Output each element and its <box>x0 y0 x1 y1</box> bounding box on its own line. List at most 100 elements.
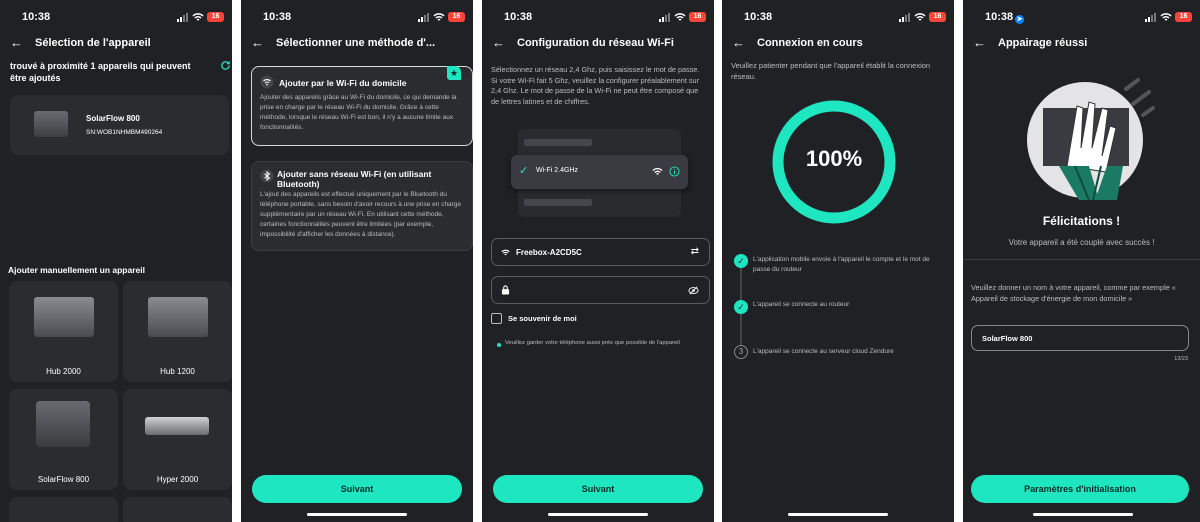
wifi-icon <box>192 13 204 21</box>
screenshot-strip: 10:38 16 ← Sélection de l'appareil trouv… <box>0 0 1200 522</box>
hub-1200-image <box>148 297 208 337</box>
remember-checkbox[interactable] <box>491 313 502 324</box>
signal-icon <box>899 13 910 22</box>
step-3-number: 3 <box>734 345 748 359</box>
device-tile-solarflow-800[interactable]: SolarFlow 800 <box>9 389 118 490</box>
device-tile-hub-1200[interactable]: Hub 1200 <box>123 281 232 382</box>
tile-label: Hub 1200 <box>160 367 195 376</box>
signal-icon <box>1145 13 1156 22</box>
hub-2000-image <box>34 297 94 337</box>
found-devices-text: trouvé à proximité 1 appareils qui peuve… <box>10 61 191 83</box>
device-name-value: SolarFlow 800 <box>982 334 1033 343</box>
wifi-icon <box>1160 13 1172 21</box>
switch-network-icon[interactable]: ⇄ <box>691 246 699 257</box>
step-complete-icon: ✓ <box>734 300 748 314</box>
info-icon[interactable] <box>669 166 680 177</box>
back-arrow-icon[interactable]: ← <box>10 36 23 50</box>
hide-password-icon[interactable] <box>688 285 699 296</box>
status-time: 10:38 <box>744 11 773 23</box>
wifi-icon <box>914 13 926 21</box>
congrats-title: Félicitations ! <box>1042 214 1121 228</box>
device-tile-hyper-2000[interactable]: Hyper 2000 <box>123 389 232 490</box>
wifi-intro-text: Sélectionnez un réseau 2,4 Ghz, puis sai… <box>491 65 700 106</box>
header: ← Sélectionner une méthode d'... <box>241 36 473 52</box>
signal-icon <box>659 13 670 22</box>
option-bluetooth-description: L'ajout des appareils est effectué uniqu… <box>260 191 462 238</box>
header: ← Appairage réussi <box>963 36 1200 52</box>
status-bar: 10:38 16 <box>722 0 954 34</box>
ssid-field[interactable]: Freebox-A2CD5C ⇄ <box>491 238 710 266</box>
page-title: Configuration du réseau Wi-Fi <box>517 37 674 49</box>
header: ← Connexion en cours <box>722 36 954 52</box>
divider <box>963 259 1200 260</box>
status-time: 10:38 <box>263 11 292 23</box>
option-wifi-description: Ajouter des appareils grâce au Wi-Fi du … <box>260 94 457 131</box>
battery-icon: 16 <box>1175 12 1192 22</box>
battery-icon: 16 <box>207 12 224 22</box>
wifi-2g-option[interactable]: ✓ Wi-Fi 2.4GHz <box>511 155 688 189</box>
tile-label: Hyper 2000 <box>156 475 199 484</box>
option-bluetooth-card[interactable]: Ajouter sans réseau Wi-Fi (en utilisant … <box>251 161 473 251</box>
wifi-icon <box>674 13 686 21</box>
header: ← Sélection de l'appareil <box>0 36 232 52</box>
status-time-value: 10:38 <box>985 11 1014 23</box>
wifi-option-icon <box>260 75 274 89</box>
home-indicator <box>307 513 407 516</box>
location-icon: ➤ <box>1015 15 1025 24</box>
next-button[interactable]: Suivant <box>252 475 462 503</box>
device-image <box>34 111 68 137</box>
proximity-hint: Veuillez garder votre téléphone aussi pr… <box>505 340 680 346</box>
device-tile-partial[interactable] <box>9 497 118 522</box>
status-bar: 10:38 16 <box>241 0 473 34</box>
device-sn: SN:WOB1NHMBM490264 <box>86 129 163 136</box>
placeholder-bar <box>524 199 592 206</box>
status-time: 10:38 <box>22 11 51 23</box>
signal-icon <box>177 13 188 22</box>
back-arrow-icon[interactable]: ← <box>251 36 264 50</box>
battery-icon: 16 <box>448 12 465 22</box>
home-indicator <box>1033 513 1133 516</box>
tile-label: Hub 2000 <box>46 367 81 376</box>
home-indicator <box>548 513 648 516</box>
step-1-text: L'application mobile envoie à l'appareil… <box>753 256 930 273</box>
back-arrow-icon[interactable]: ← <box>732 36 745 50</box>
home-indicator <box>788 513 888 516</box>
refresh-icon[interactable] <box>220 60 231 71</box>
tile-label: SolarFlow 800 <box>37 475 90 484</box>
page-title: Sélection de l'appareil <box>35 37 151 49</box>
header: ← Configuration du réseau Wi-Fi <box>482 36 714 52</box>
check-icon: ✓ <box>519 165 529 177</box>
lock-icon <box>501 285 510 295</box>
phone-screen-method-selection: 10:38 16 ← Sélectionner une méthode d'..… <box>241 0 473 522</box>
connecting-intro: Veuillez patienter pendant que l'apparei… <box>731 61 931 81</box>
wifi-option-label: Wi-Fi 2.4GHz <box>536 167 578 174</box>
status-time: 10:38 <box>504 11 533 23</box>
discovered-device-card[interactable]: SolarFlow 800 SN:WOB1NHMBM490264 <box>10 95 229 155</box>
option-bluetooth-title: Ajouter sans réseau Wi-Fi (en utilisant … <box>277 169 432 189</box>
placeholder-bar <box>524 139 592 146</box>
remember-label: Se souvenir de moi <box>508 314 577 323</box>
wifi-icon <box>433 13 445 21</box>
step-3-text: L'appareil se connecte au serveur cloud … <box>753 348 894 355</box>
device-tile-hub-2000[interactable]: Hub 2000 <box>9 281 118 382</box>
device-name: SolarFlow 800 <box>86 114 140 123</box>
phone-screen-wifi-config: 10:38 16 ← Configuration du réseau Wi-Fi… <box>482 0 714 522</box>
option-wifi-card[interactable]: ★ Ajouter par le Wi-Fi du domicile Ajout… <box>251 66 473 146</box>
ssid-value: Freebox-A2CD5C <box>516 248 582 257</box>
wifi-field-icon <box>501 249 510 256</box>
step-complete-icon: ✓ <box>734 254 748 268</box>
back-arrow-icon[interactable]: ← <box>973 36 986 50</box>
device-name-input[interactable]: SolarFlow 800 <box>971 325 1189 351</box>
init-settings-button[interactable]: Paramètres d'initialisation <box>971 475 1189 503</box>
next-button[interactable]: Suivant <box>493 475 703 503</box>
page-title: Connexion en cours <box>757 37 863 49</box>
device-tile-partial[interactable] <box>123 497 232 522</box>
password-field[interactable] <box>491 276 710 304</box>
page-title: Sélectionner une méthode d'... <box>276 37 436 49</box>
hyper-2000-image <box>145 417 209 435</box>
status-bar: 10:38 ➤ 16 <box>963 0 1200 34</box>
high-five-illustration <box>1027 78 1155 200</box>
battery-icon: 16 <box>929 12 946 22</box>
back-arrow-icon[interactable]: ← <box>492 36 505 50</box>
solarflow-800-image <box>36 401 90 447</box>
